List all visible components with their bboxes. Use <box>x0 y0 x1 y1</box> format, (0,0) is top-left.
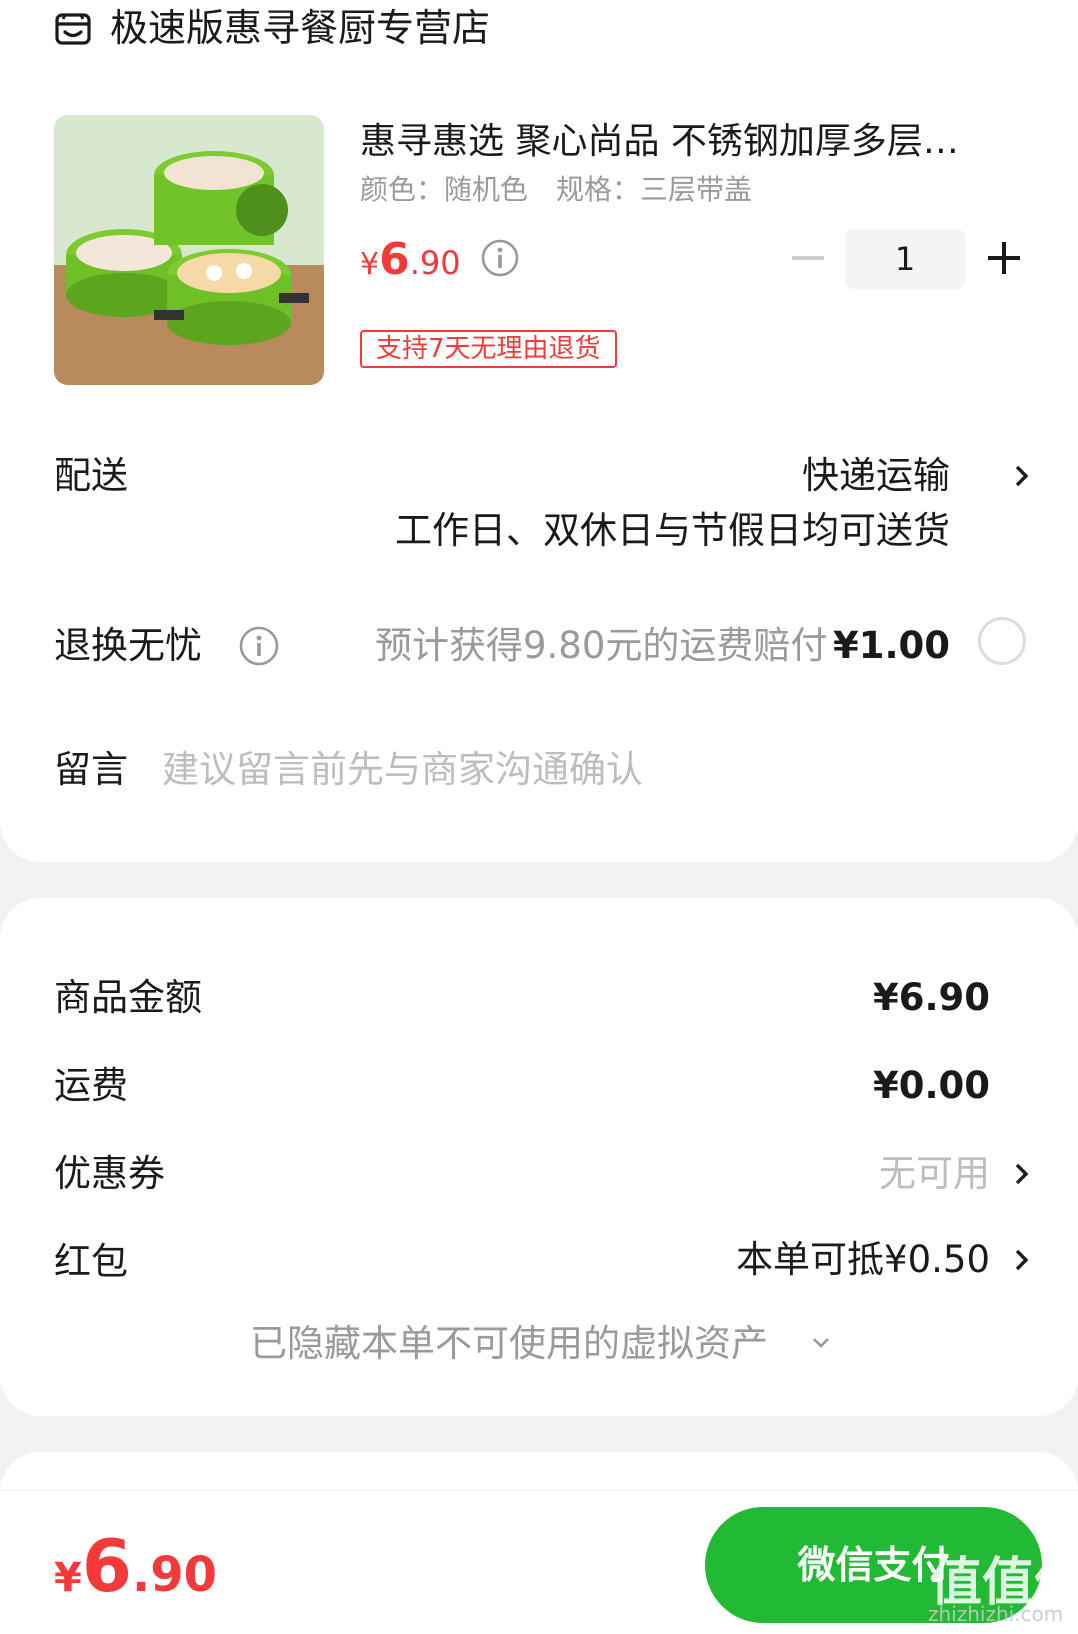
worry-free-note: 预计获得9.80元的运费赔付 <box>375 624 828 667</box>
red-packet-value[interactable]: 本单可抵¥0.50 <box>736 1236 990 1284</box>
delivery-method[interactable]: 快递运输 <box>802 452 950 500</box>
hidden-assets-toggle[interactable]: 已隐藏本单不可使用的虚拟资产 <box>250 1320 768 1368</box>
price-integer: 6 <box>379 234 410 285</box>
lunchbox-illustration <box>54 115 324 385</box>
goods-amount-value: ¥6.90 <box>872 976 990 1019</box>
delivery-label: 配送 <box>54 454 128 497</box>
total-integer: 6 <box>81 1524 132 1608</box>
shipping-label: 运费 <box>54 1064 128 1107</box>
coupon-value[interactable]: 无可用 <box>879 1150 990 1198</box>
coupon-label: 优惠券 <box>54 1152 165 1195</box>
price-decimal: .90 <box>409 244 461 282</box>
red-packet-chevron-right-icon[interactable] <box>1012 1244 1032 1276</box>
coupon-chevron-right-icon[interactable] <box>1012 1158 1032 1190</box>
product-title[interactable]: 惠寻惠选 聚心尚品 不锈钢加厚多层… <box>360 118 959 166</box>
product-spec[interactable]: 颜色：随机色 规格：三层带盖 <box>360 171 752 209</box>
increase-quantity-button[interactable] <box>986 240 1022 276</box>
return-policy-badge: 支持7天无理由退货 <box>360 330 617 368</box>
delivery-chevron-right-icon[interactable] <box>1012 460 1032 492</box>
goods-amount-label: 商品金额 <box>54 976 202 1019</box>
total-price: ¥6.90 <box>54 1526 217 1626</box>
price-currency: ¥ <box>360 247 380 282</box>
total-currency: ¥ <box>54 1555 82 1601</box>
total-decimal: .90 <box>131 1547 217 1603</box>
delivery-note: 工作日、双休日与节假日均可送货 <box>395 509 950 552</box>
store-icon <box>55 13 91 45</box>
red-packet-label: 红包 <box>54 1240 128 1283</box>
chevron-down-icon[interactable] <box>810 1334 832 1352</box>
watermark-url: zhizhizhi.com <box>928 1602 1064 1626</box>
worry-free-price: ¥1.00 <box>832 624 950 667</box>
store-name[interactable]: 极速版惠寻餐厨专营店 <box>110 4 490 52</box>
price-info-icon[interactable] <box>480 238 520 278</box>
quantity-input[interactable]: 1 <box>845 229 965 289</box>
worry-free-radio[interactable] <box>978 617 1026 665</box>
worry-free-return-label: 退换无忧 <box>54 624 202 667</box>
shipping-value: ¥0.00 <box>872 1064 990 1107</box>
worry-free-info-icon[interactable] <box>238 625 280 667</box>
message-input[interactable]: 建议留言前先与商家沟通确认 <box>162 746 643 794</box>
product-image[interactable] <box>54 115 324 385</box>
decrease-quantity-button[interactable] <box>790 240 826 276</box>
message-label: 留言 <box>54 748 128 791</box>
product-price: ¥6.90 <box>360 232 461 297</box>
